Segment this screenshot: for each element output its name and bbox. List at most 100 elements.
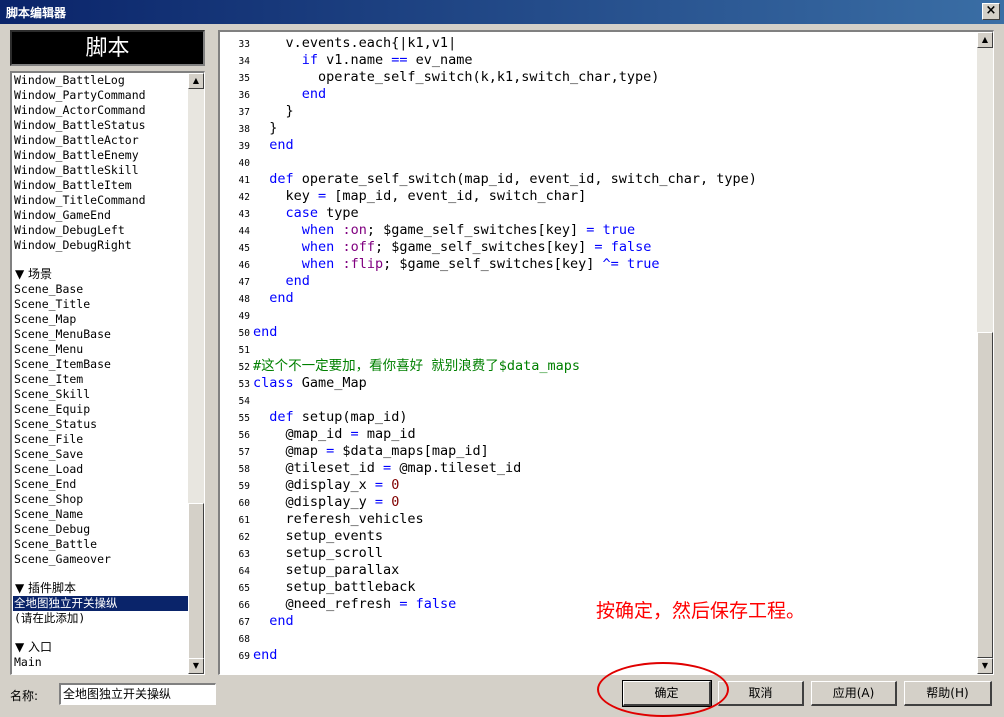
code-line[interactable]: 42 key = [map_id, event_id, switch_char] (220, 188, 977, 205)
list-item[interactable]: Scene_Battle (13, 537, 189, 552)
code-line[interactable]: 55 def setup(map_id) (220, 409, 977, 426)
list-item[interactable]: Scene_Status (13, 417, 189, 432)
code-line[interactable]: 33 v.events.each{|k1,v1| (220, 35, 977, 52)
code-line[interactable]: 56 @map_id = map_id (220, 426, 977, 443)
code-line[interactable]: 49 (220, 307, 977, 324)
script-list[interactable]: Window_BattleLog Window_PartyCommand Windo… (10, 71, 205, 675)
line-content: def operate_self_switch(map_id, event_id… (253, 171, 757, 188)
code-line[interactable]: 63 setup_scroll (220, 545, 977, 562)
list-item[interactable]: Scene_Base (13, 282, 189, 297)
list-item[interactable]: 全地图独立开关操纵 (13, 596, 189, 611)
code-line[interactable]: 68 (220, 630, 977, 647)
list-group-header[interactable]: ▼ 场景 (13, 267, 189, 282)
line-content: } (253, 103, 294, 120)
list-item[interactable]: Scene_Item (13, 372, 189, 387)
code-line[interactable]: 50 end (220, 324, 977, 341)
code-token: ev_name (407, 52, 473, 68)
list-item[interactable]: Scene_Name (13, 507, 189, 522)
code-line[interactable]: 59 @display_x = 0 (220, 477, 977, 494)
list-item[interactable]: Window_BattleSkill (13, 163, 189, 178)
list-item[interactable]: Scene_MenuBase (13, 327, 189, 342)
code-line[interactable]: 38 } (220, 120, 977, 137)
list-item[interactable]: Window_BattleItem (13, 178, 189, 193)
list-item[interactable]: (请在此添加) (13, 611, 189, 626)
code-line[interactable]: 44 when :on; $game_self_switches[key] = … (220, 222, 977, 239)
editor-scroll-up-icon[interactable]: ▲ (977, 32, 993, 48)
code-line[interactable]: 35 operate_self_switch(k,k1,switch_char,… (220, 69, 977, 86)
code-line[interactable]: 64 setup_parallax (220, 562, 977, 579)
code-line[interactable]: 37 } (220, 103, 977, 120)
code-editor[interactable]: 33 v.events.each{|k1,v1| 34 if v1.name ==… (218, 30, 994, 675)
line-content: #这个不一定要加，看你喜好 就别浪费了$data_maps (253, 358, 580, 375)
code-line[interactable]: 58 @tileset_id = @map.tileset_id (220, 460, 977, 477)
list-item[interactable]: Scene_File (13, 432, 189, 447)
code-token: 0 (391, 494, 400, 510)
ok-button[interactable]: 确定 (622, 680, 712, 707)
code-line[interactable]: 40 (220, 154, 977, 171)
code-token: if (301, 52, 319, 68)
scroll-down-icon[interactable]: ▼ (188, 658, 204, 674)
code-line[interactable]: 65 setup_battleback (220, 579, 977, 596)
list-item[interactable]: Scene_Debug (13, 522, 189, 537)
list-item[interactable]: Window_BattleStatus (13, 118, 189, 133)
code-line[interactable]: 41 def operate_self_switch(map_id, event… (220, 171, 977, 188)
list-item[interactable]: Window_GameEnd (13, 208, 189, 223)
code-line[interactable]: 54 (220, 392, 977, 409)
code-line[interactable]: 43 case type (220, 205, 977, 222)
list-group-header[interactable]: ▼ 插件脚本 (13, 581, 189, 596)
list-group-header[interactable]: ▼ 入口 (13, 640, 189, 655)
list-item[interactable]: Scene_Save (13, 447, 189, 462)
code-token: false (415, 596, 457, 612)
code-line[interactable]: 53 class Game_Map (220, 375, 977, 392)
code-line[interactable]: 46 when :flip; $game_self_switches[key] … (220, 256, 977, 273)
scroll-up-icon[interactable]: ▲ (188, 73, 204, 89)
list-item[interactable]: Scene_Skill (13, 387, 189, 402)
code-line[interactable]: 69 end (220, 647, 977, 664)
help-button[interactable]: 帮助(H) (904, 681, 992, 706)
list-item[interactable]: Scene_End (13, 477, 189, 492)
code-line[interactable]: 52 #这个不一定要加，看你喜好 就别浪费了$data_maps (220, 358, 977, 375)
list-item[interactable]: Scene_Menu (13, 342, 189, 357)
list-item[interactable]: Window_PartyCommand (13, 88, 189, 103)
list-item[interactable]: Window_BattleActor (13, 133, 189, 148)
code-line[interactable]: 34 if v1.name == ev_name (220, 52, 977, 69)
cancel-button[interactable]: 取消 (718, 681, 804, 706)
code-line[interactable]: 39 end (220, 137, 977, 154)
list-item[interactable]: Scene_Shop (13, 492, 189, 507)
code-line[interactable]: 61 referesh_vehicles (220, 511, 977, 528)
list-item[interactable]: Scene_Equip (13, 402, 189, 417)
list-item[interactable]: Window_BattleLog (13, 73, 189, 88)
close-button[interactable]: × (982, 3, 1000, 20)
code-line[interactable]: 47 end (220, 273, 977, 290)
editor-scrollbar[interactable]: ▲ ▼ (977, 32, 993, 674)
line-content: when :flip; $game_self_switches[key] ^= … (253, 256, 660, 273)
code-line[interactable]: 60 @display_y = 0 (220, 494, 977, 511)
code-line[interactable]: 36 end (220, 86, 977, 103)
script-list-scrollbar[interactable]: ▲ ▼ (188, 73, 204, 674)
apply-button[interactable]: 应用(A) (811, 681, 897, 706)
code-line[interactable]: 45 when :off; $game_self_switches[key] =… (220, 239, 977, 256)
code-token: = (383, 460, 392, 476)
code-line[interactable]: 48 end (220, 290, 977, 307)
list-item[interactable]: Scene_Map (13, 312, 189, 327)
code-token: = (374, 494, 384, 510)
list-item[interactable]: Scene_ItemBase (13, 357, 189, 372)
list-item[interactable]: Window_DebugLeft (13, 223, 189, 238)
code-line[interactable]: 51 (220, 341, 977, 358)
list-item[interactable]: Scene_Load (13, 462, 189, 477)
list-item[interactable]: Main (13, 655, 189, 670)
code-line[interactable]: 62 setup_events (220, 528, 977, 545)
list-item[interactable]: Window_BattleEnemy (13, 148, 189, 163)
scroll-thumb[interactable] (188, 503, 204, 659)
list-item[interactable]: Scene_Gameover (13, 552, 189, 567)
name-field[interactable]: 全地图独立开关操纵 (59, 683, 216, 705)
code-token: def (269, 171, 294, 187)
list-item[interactable]: Window_ActorCommand (13, 103, 189, 118)
list-item[interactable]: Scene_Title (13, 297, 189, 312)
editor-scroll-down-icon[interactable]: ▼ (977, 658, 993, 674)
list-item[interactable]: Window_TitleCommand (13, 193, 189, 208)
list-item[interactable]: Window_DebugRight (13, 238, 189, 253)
code-line[interactable]: 57 @map = $data_maps[map_id] (220, 443, 977, 460)
editor-scroll-thumb[interactable] (977, 332, 993, 658)
